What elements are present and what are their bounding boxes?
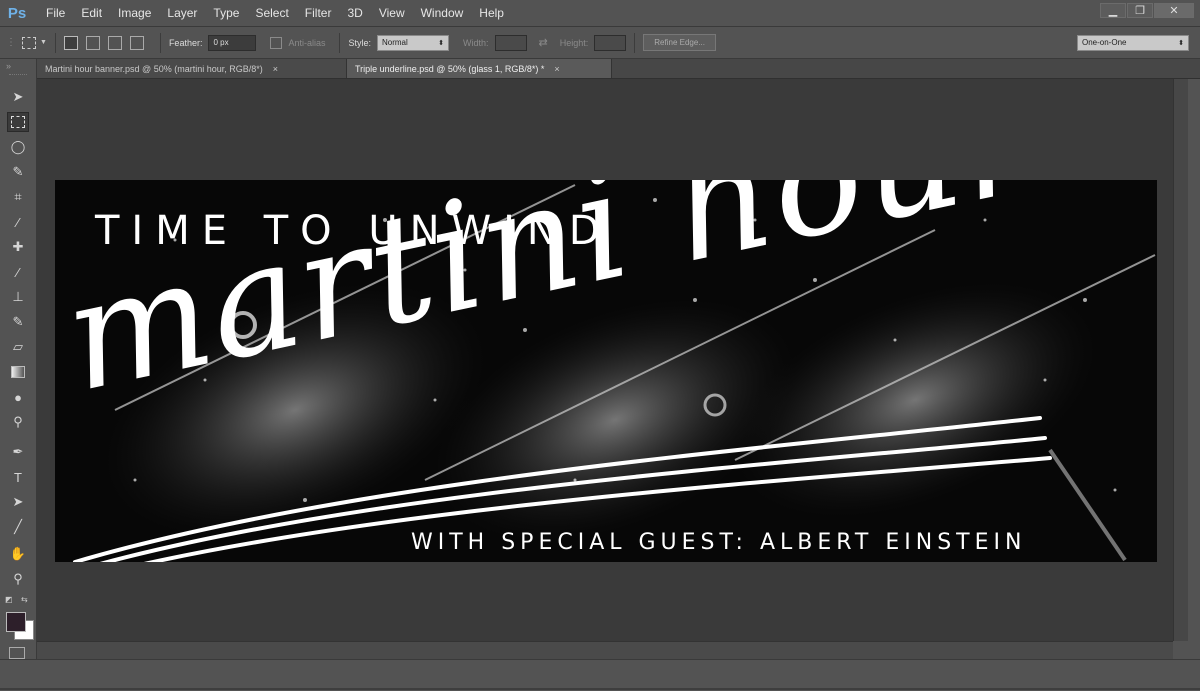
marquee-preset-icon xyxy=(22,36,36,49)
close-window-button[interactable]: ✕ xyxy=(1154,3,1194,18)
crop-icon[interactable]: ⌗ xyxy=(7,187,29,207)
document-tabs: Martini hour banner.psd @ 50% (martini h… xyxy=(37,59,1200,79)
line-icon[interactable]: ╱ xyxy=(7,517,29,537)
tab-label: Triple underline.psd @ 50% (glass 1, RGB… xyxy=(355,63,545,74)
move-tool-icon[interactable]: ➤ xyxy=(7,87,29,107)
feather-label: Feather: xyxy=(168,37,203,48)
blur-icon[interactable]: ● xyxy=(7,387,29,407)
menu-bar: Ps File Edit Image Layer Type Select Fil… xyxy=(0,0,1200,27)
type-icon[interactable]: T xyxy=(7,467,29,487)
new-selection-icon[interactable] xyxy=(63,35,78,50)
workspace-switcher-value: One-on-One xyxy=(1082,38,1127,47)
photoshop-logo: Ps xyxy=(7,4,27,22)
width-label: Width: xyxy=(463,37,489,48)
minimize-button[interactable]: ▁ xyxy=(1100,3,1126,18)
tab-label: Martini hour banner.psd @ 50% (martini h… xyxy=(45,63,263,74)
restore-button[interactable]: ❐ xyxy=(1127,3,1153,18)
swap-colors-icon[interactable]: ⇆ xyxy=(21,595,28,604)
foreground-color-swatch[interactable] xyxy=(6,612,26,632)
antialias-checkbox[interactable] xyxy=(270,36,283,49)
swap-dimensions-icon[interactable]: ⇄ xyxy=(539,36,548,49)
tool-preset-picker[interactable]: ▼ xyxy=(22,36,47,49)
brush-icon[interactable]: ⁄ xyxy=(7,262,29,282)
gradient-icon[interactable] xyxy=(7,362,29,382)
menu-edit[interactable]: Edit xyxy=(73,0,110,26)
pen-icon[interactable]: ✒ xyxy=(7,442,29,462)
menu-layer[interactable]: Layer xyxy=(159,0,205,26)
style-label: Style: xyxy=(348,37,371,48)
menu-type[interactable]: Type xyxy=(205,0,247,26)
tab-martini-hour-banner[interactable]: Martini hour banner.psd @ 50% (martini h… xyxy=(37,59,347,78)
chevron-updown-icon: ⬍ xyxy=(1178,39,1184,47)
intersect-selection-icon[interactable] xyxy=(129,35,144,50)
close-tab-icon[interactable]: × xyxy=(273,64,278,74)
menu-filter[interactable]: Filter xyxy=(297,0,340,26)
style-select-value: Normal xyxy=(382,38,408,47)
rectangular-marquee-icon[interactable] xyxy=(7,112,29,132)
menu-view[interactable]: View xyxy=(371,0,413,26)
path-selection-icon[interactable]: ➤ xyxy=(7,492,29,512)
width-input[interactable] xyxy=(494,34,527,51)
banner-subline: WITH SPECIAL GUEST: ALBERT EINSTEIN xyxy=(411,530,1027,555)
options-bar: ⋮ ▼ Feather: 0 px Anti-alias Style: Norm… xyxy=(0,27,1200,59)
menu-file[interactable]: File xyxy=(38,0,73,26)
menu-image[interactable]: Image xyxy=(110,0,159,26)
refine-edge-button[interactable]: Refine Edge... xyxy=(643,34,716,51)
marquee-glyph xyxy=(11,116,25,128)
divider xyxy=(634,32,636,53)
chevron-down-icon: ▼ xyxy=(40,39,47,46)
menu-3d[interactable]: 3D xyxy=(339,0,370,26)
zoom-icon[interactable]: ⚲ xyxy=(7,569,29,589)
tools-panel: » ➤ ◯ ✎ ⌗ ⁄ ✚ ⁄ ⊥ ✎ ▱ ● ⚲ ✒ T ➤ ╱ ✋ ⚲ ◩ … xyxy=(0,59,37,690)
dodge-icon[interactable]: ⚲ xyxy=(7,412,29,432)
divider xyxy=(159,32,161,53)
gradient-glyph xyxy=(11,366,25,378)
document-canvas[interactable]: TIME TO UNWIND martini hour WITH SPECIAL… xyxy=(55,180,1157,562)
tab-triple-underline[interactable]: Triple underline.psd @ 50% (glass 1, RGB… xyxy=(347,59,612,78)
default-colors-icon[interactable]: ◩ xyxy=(5,595,13,604)
history-brush-icon[interactable]: ✎ xyxy=(7,312,29,332)
feather-input[interactable]: 0 px xyxy=(208,34,257,51)
menu-window[interactable]: Window xyxy=(413,0,472,26)
eyedropper-icon[interactable]: ⁄ xyxy=(7,212,29,232)
document-workspace[interactable]: TIME TO UNWIND martini hour WITH SPECIAL… xyxy=(37,79,1173,641)
divider xyxy=(54,32,56,53)
quick-mask-icon[interactable] xyxy=(9,647,25,659)
divider xyxy=(339,32,341,53)
options-grip-icon: ⋮ xyxy=(6,37,16,48)
height-input[interactable] xyxy=(594,34,627,51)
workspace-switcher[interactable]: One-on-One ⬍ xyxy=(1077,34,1189,51)
add-to-selection-icon[interactable] xyxy=(85,35,100,50)
lasso-icon[interactable]: ◯ xyxy=(7,137,29,157)
menu-select[interactable]: Select xyxy=(247,0,296,26)
hand-icon[interactable]: ✋ xyxy=(7,544,29,564)
collapse-panel-icon[interactable]: » xyxy=(6,61,11,71)
menu-help[interactable]: Help xyxy=(471,0,512,26)
height-label: Height: xyxy=(559,37,589,48)
chevron-updown-icon: ⬍ xyxy=(438,39,444,47)
panel-grip-icon xyxy=(9,74,27,77)
close-tab-icon[interactable]: × xyxy=(554,64,559,74)
spot-healing-icon[interactable]: ✚ xyxy=(7,237,29,257)
clone-stamp-icon[interactable]: ⊥ xyxy=(7,287,29,307)
eraser-icon[interactable]: ▱ xyxy=(7,337,29,357)
status-bar xyxy=(0,659,1200,691)
subtract-from-selection-icon[interactable] xyxy=(107,35,122,50)
style-select[interactable]: Normal ⬍ xyxy=(377,34,449,51)
quick-selection-icon[interactable]: ✎ xyxy=(7,162,29,182)
antialias-label: Anti-alias xyxy=(288,37,326,48)
vertical-scrollbar[interactable] xyxy=(1173,79,1188,641)
horizontal-scrollbar[interactable] xyxy=(37,641,1173,660)
